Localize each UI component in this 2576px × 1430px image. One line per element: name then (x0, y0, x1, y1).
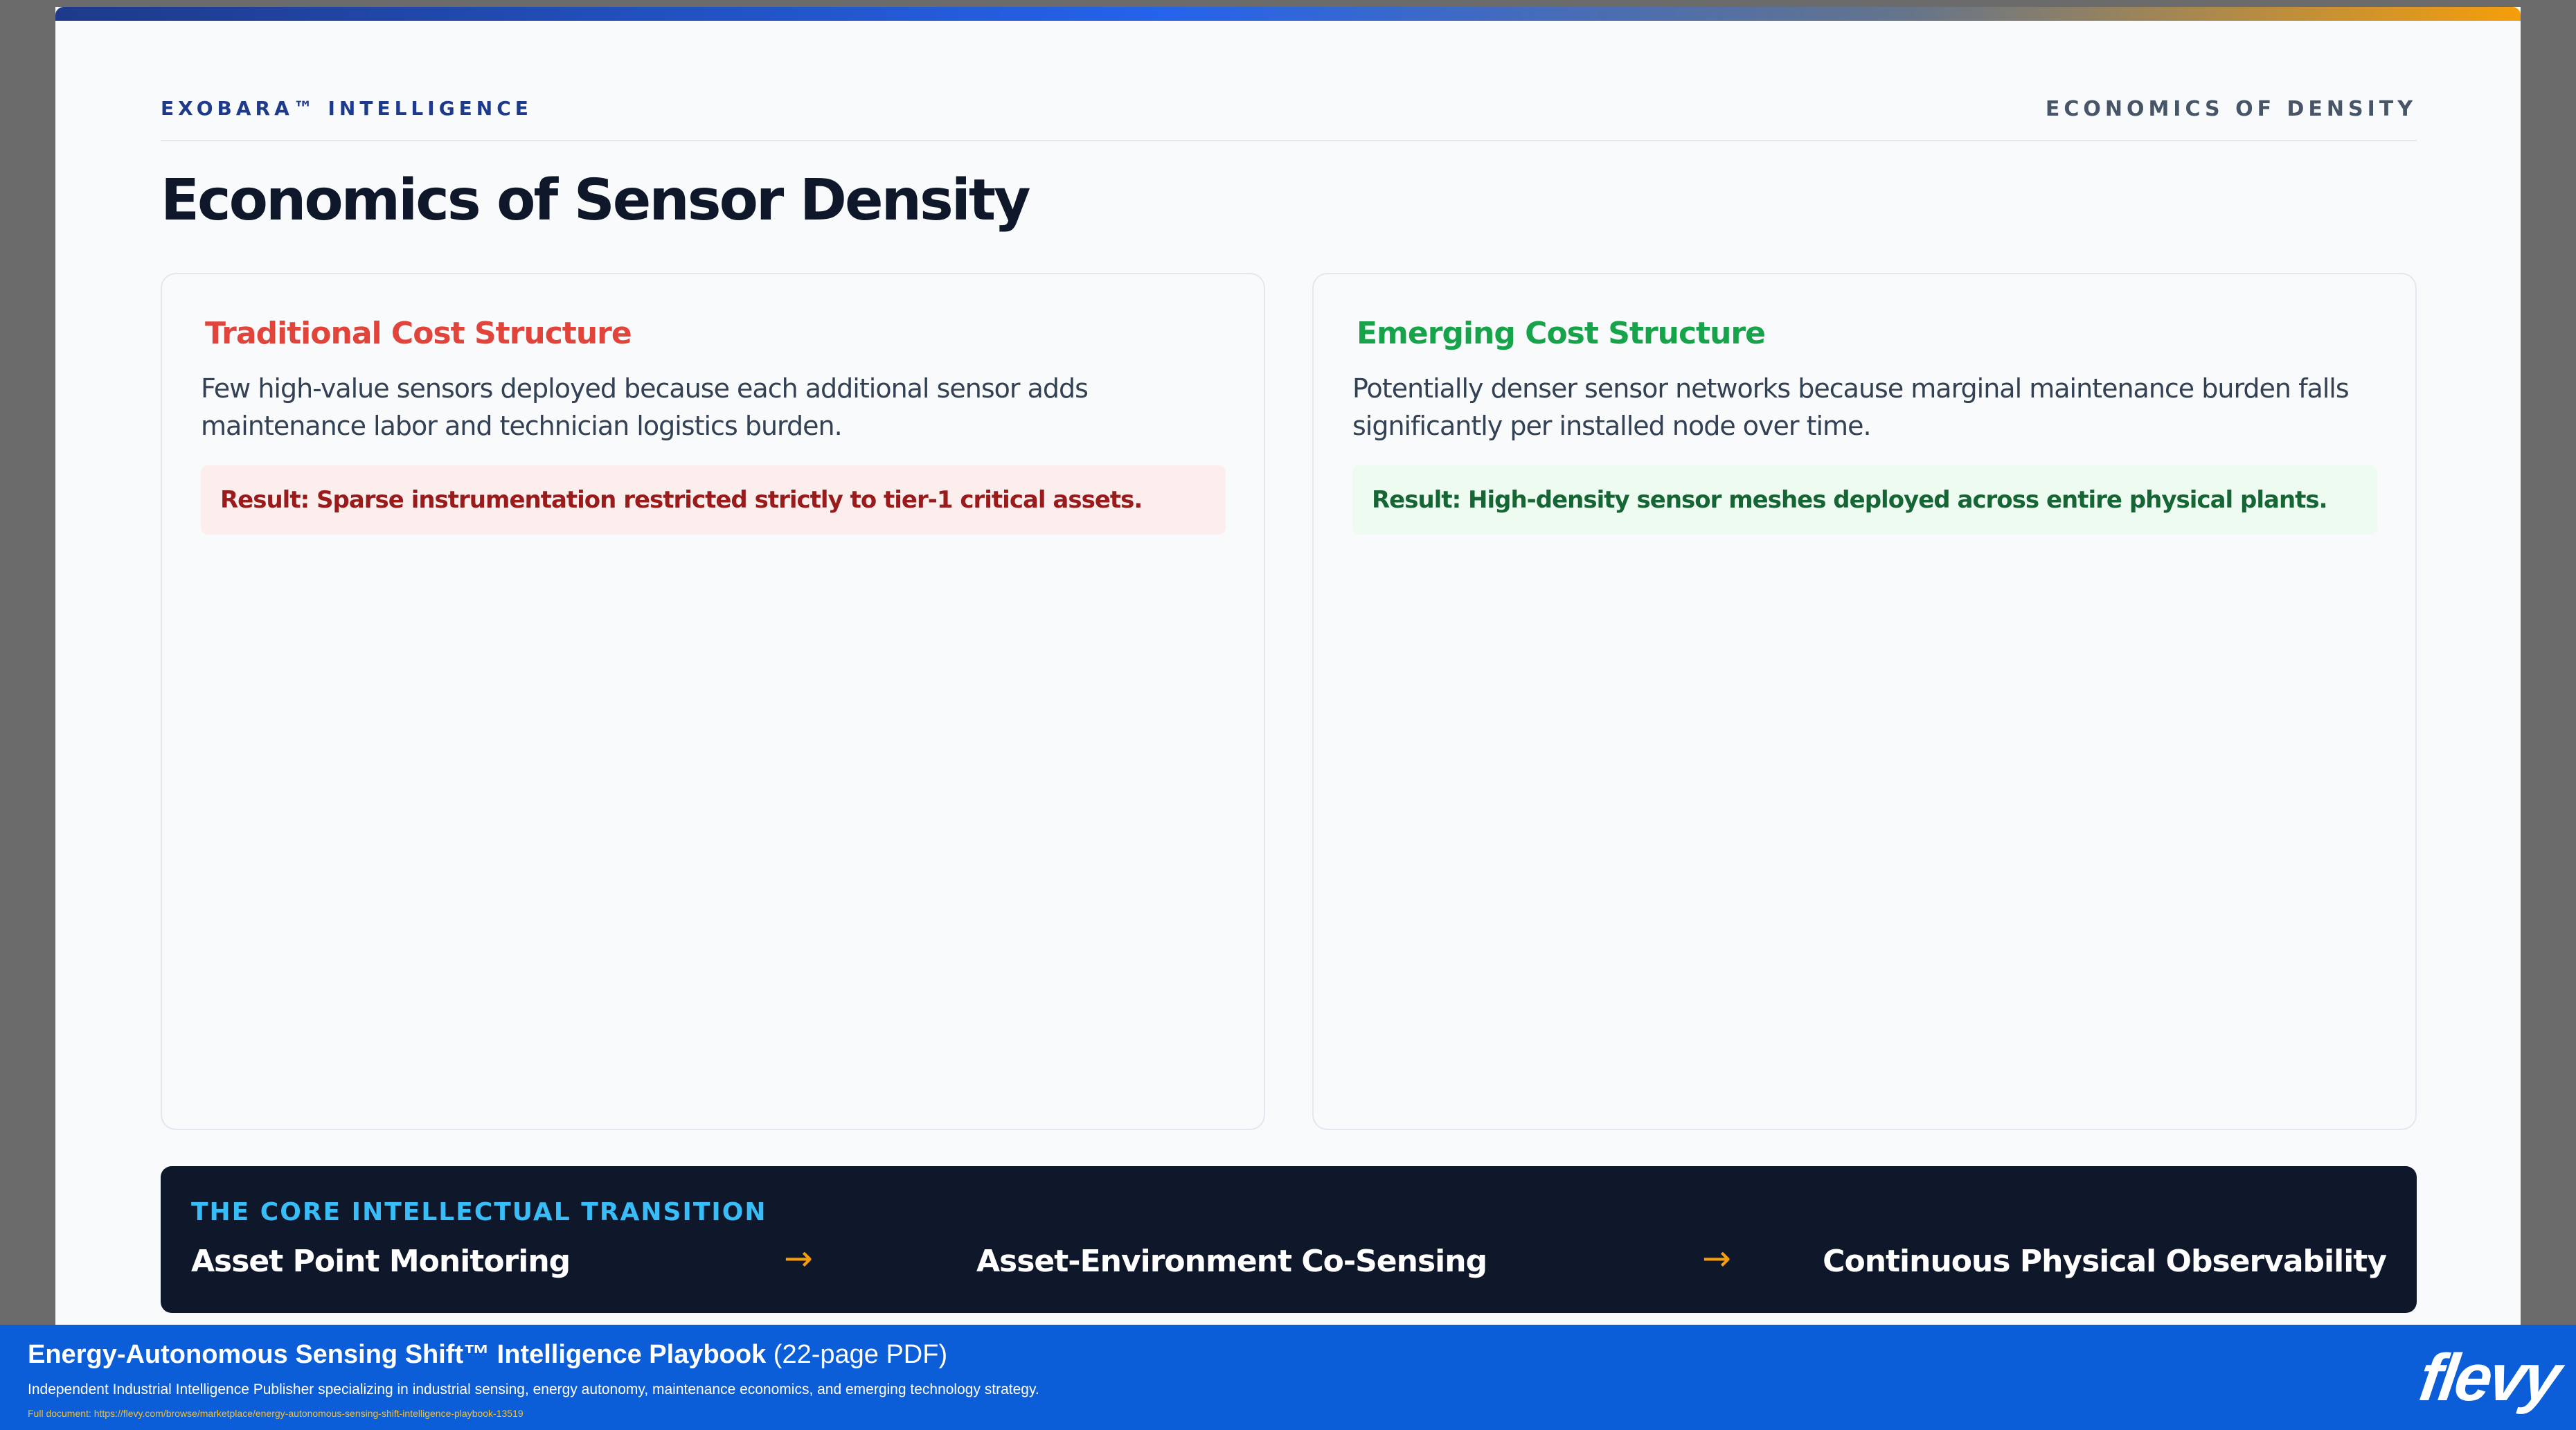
traditional-cost-result: Result: Sparse instrumentation restricte… (201, 465, 1226, 535)
section-tag: ECONOMICS OF DENSITY (2045, 97, 2417, 121)
traditional-cost-card: Traditional Cost Structure Few high-valu… (161, 273, 1265, 1130)
emerging-cost-heading: Emerging Cost Structure (1357, 316, 1766, 351)
footer-banner[interactable]: Energy-Autonomous Sensing Shift™ Intelli… (0, 1325, 2576, 1430)
core-transition-label: THE CORE INTELLECTUAL TRANSITION (191, 1198, 767, 1226)
core-transition-bar: THE CORE INTELLECTUAL TRANSITION Asset P… (161, 1166, 2417, 1313)
arrow-right-icon: → (784, 1238, 813, 1278)
slide: EXOBARA™ INTELLIGENCE ECONOMICS OF DENSI… (55, 7, 2521, 1326)
arrow-right-icon: → (1702, 1238, 1731, 1278)
slide-accent-bar (55, 7, 2521, 21)
slide-header: EXOBARA™ INTELLIGENCE ECONOMICS OF DENSI… (161, 97, 2417, 141)
emerging-cost-card: Emerging Cost Structure Potentially dens… (1312, 273, 2417, 1130)
stage-asset-environment-co-sensing: Asset-Environment Co-Sensing (976, 1244, 1487, 1279)
footer-subtitle: Independent Industrial Intelligence Publ… (28, 1382, 1039, 1397)
flevy-logo[interactable]: flevy (2415, 1340, 2564, 1416)
stage-asset-point-monitoring: Asset Point Monitoring (191, 1244, 571, 1279)
traditional-cost-body: Few high-value sensors deployed because … (201, 373, 1089, 441)
slide-title: Economics of Sensor Density (161, 168, 1031, 233)
footer-title-suffix: (22-page PDF) (773, 1340, 948, 1369)
screenshot-stage: EXOBARA™ INTELLIGENCE ECONOMICS OF DENSI… (0, 0, 2576, 1430)
footer-document-link[interactable]: Full document: https://flevy.com/browse/… (28, 1408, 524, 1419)
emerging-cost-body: Potentially denser sensor networks becau… (1352, 373, 2350, 441)
footer-title[interactable]: Energy-Autonomous Sensing Shift™ Intelli… (28, 1340, 947, 1370)
traditional-cost-heading: Traditional Cost Structure (205, 316, 632, 351)
emerging-cost-result: Result: High-density sensor meshes deplo… (1352, 465, 2377, 535)
footer-title-main: Energy-Autonomous Sensing Shift™ Intelli… (28, 1340, 767, 1369)
brand-label: EXOBARA™ INTELLIGENCE (161, 97, 533, 120)
stage-continuous-physical-observability: Continuous Physical Observability (1823, 1244, 2387, 1279)
